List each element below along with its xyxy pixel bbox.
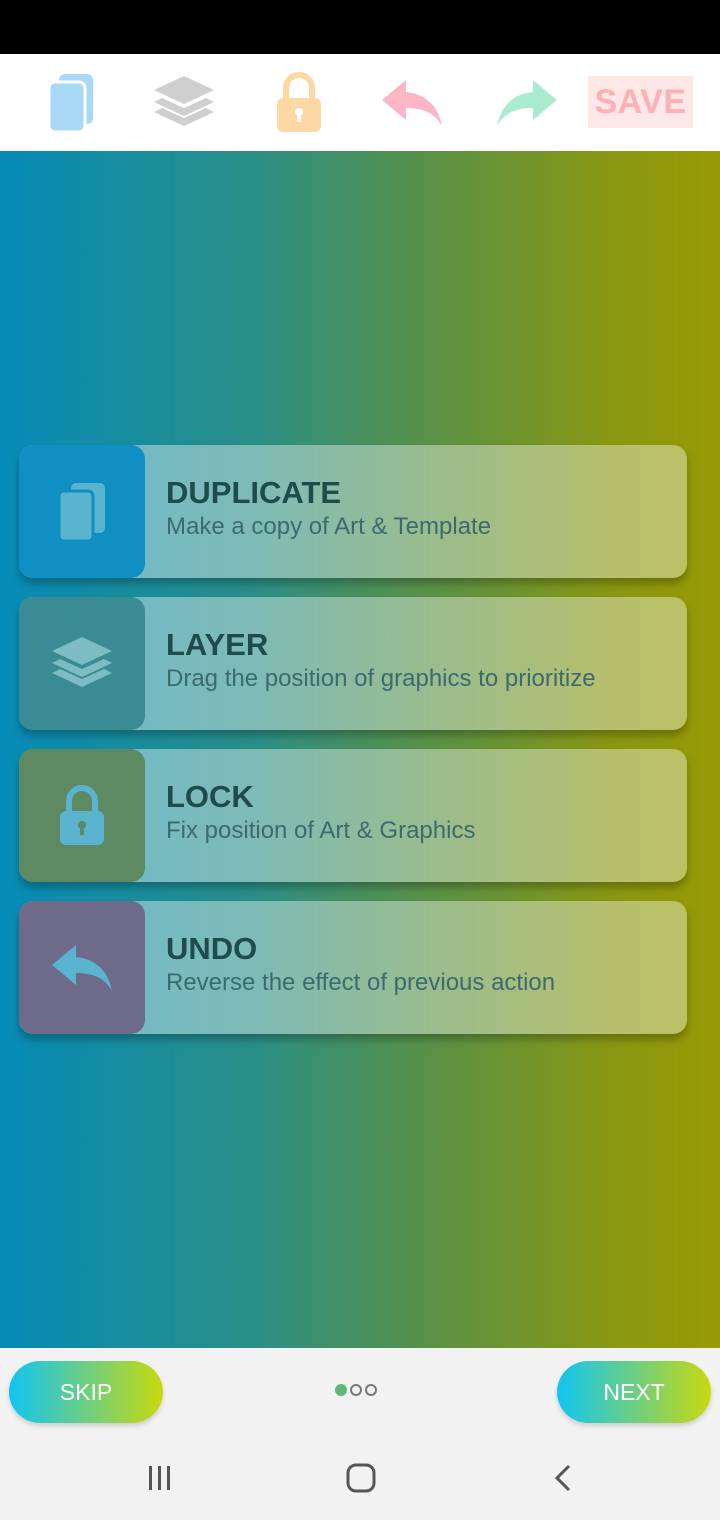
feature-card-lock: LOCK Fix position of Art & Graphics [19,749,687,882]
card-badge [19,445,145,578]
layers-button[interactable] [150,54,218,151]
card-title: UNDO [166,931,258,966]
recent-apps-icon [149,1466,170,1490]
lock-icon [277,71,321,132]
card-description: Fix position of Art & Graphics [166,817,476,844]
redo-button[interactable] [493,54,561,151]
card-description: Make a copy of Art & Template [166,513,492,540]
feature-card-undo: UNDO Reverse the effect of previous acti… [19,901,687,1034]
lock-icon [60,784,104,845]
home-icon [346,1463,376,1493]
tutorial-canvas: DUPLICATE Make a copy of Art & Template … [0,151,720,1348]
system-nav-bar [0,1430,720,1520]
duplicate-icon [47,73,93,133]
feature-card-layer: LAYER Drag the position of graphics to p… [19,597,687,730]
redo-icon [497,79,557,126]
recent-apps-button[interactable] [140,1460,180,1496]
card-title: LOCK [166,779,254,814]
page-dot [350,1384,362,1396]
layers-icon [52,636,112,687]
back-icon [554,1464,571,1492]
card-description: Reverse the effect of previous action [166,969,556,996]
page-indicator [335,1384,377,1396]
skip-button[interactable]: SKIP [9,1361,163,1423]
lock-button[interactable] [270,54,328,151]
undo-icon [52,944,112,991]
editor-toolbar: SAVE [0,54,720,151]
save-button[interactable]: SAVE [588,76,693,128]
undo-button[interactable] [378,54,446,151]
card-title: LAYER [166,627,269,662]
home-button[interactable] [340,1460,382,1496]
card-badge [19,597,145,730]
page-dot-active [335,1384,347,1396]
card-title: DUPLICATE [166,475,342,510]
page-dot [365,1384,377,1396]
layers-icon [154,75,214,126]
duplicate-button[interactable] [40,54,102,151]
card-badge [19,749,145,882]
back-button[interactable] [546,1460,580,1496]
duplicate-icon [57,482,105,542]
card-description: Drag the position of graphics to priorit… [166,665,596,692]
undo-icon [382,79,442,126]
feature-card-duplicate: DUPLICATE Make a copy of Art & Template [19,445,687,578]
next-button[interactable]: NEXT [557,1361,711,1423]
card-badge [19,901,145,1034]
status-bar [0,0,720,54]
